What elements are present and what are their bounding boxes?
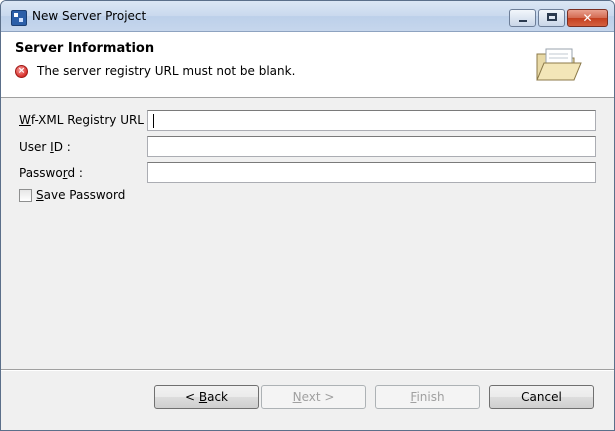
maximize-button[interactable] xyxy=(538,9,565,27)
password-input[interactable] xyxy=(147,162,596,183)
back-button[interactable]: < Back xyxy=(154,385,259,409)
wizard-header: Server Information × The server registry… xyxy=(1,32,614,98)
window-title: New Server Project xyxy=(32,9,147,23)
registry-url-label: Wf-XML Registry URL : xyxy=(19,113,152,127)
minimize-icon xyxy=(519,20,527,22)
close-button[interactable]: ✕ xyxy=(567,9,608,27)
title-bar[interactable]: New Server Project ✕ xyxy=(1,1,614,32)
save-password-checkbox[interactable] xyxy=(19,189,32,202)
user-id-label: User ID : xyxy=(19,140,71,154)
cancel-button[interactable]: Cancel xyxy=(489,385,594,409)
open-folder-icon xyxy=(536,48,582,81)
finish-button[interactable]: Finish xyxy=(375,385,480,409)
maximize-icon xyxy=(547,13,557,21)
form-area: Wf-XML Registry URL : User ID : Password… xyxy=(1,98,614,370)
close-icon: ✕ xyxy=(582,11,593,25)
button-bar-separator xyxy=(1,369,614,371)
save-password-label[interactable]: Save Password xyxy=(36,188,125,202)
next-button[interactable]: Next > xyxy=(261,385,366,409)
error-message: The server registry URL must not be blan… xyxy=(37,64,296,78)
dialog-window: New Server Project ✕ Server Information … xyxy=(0,0,615,431)
text-cursor xyxy=(153,114,154,128)
page-title: Server Information xyxy=(15,41,155,56)
minimize-button[interactable] xyxy=(509,9,536,27)
password-label: Password : xyxy=(19,166,83,180)
registry-url-input[interactable] xyxy=(147,110,596,131)
app-icon xyxy=(11,10,27,26)
error-icon: × xyxy=(15,65,28,78)
user-id-input[interactable] xyxy=(147,136,596,157)
